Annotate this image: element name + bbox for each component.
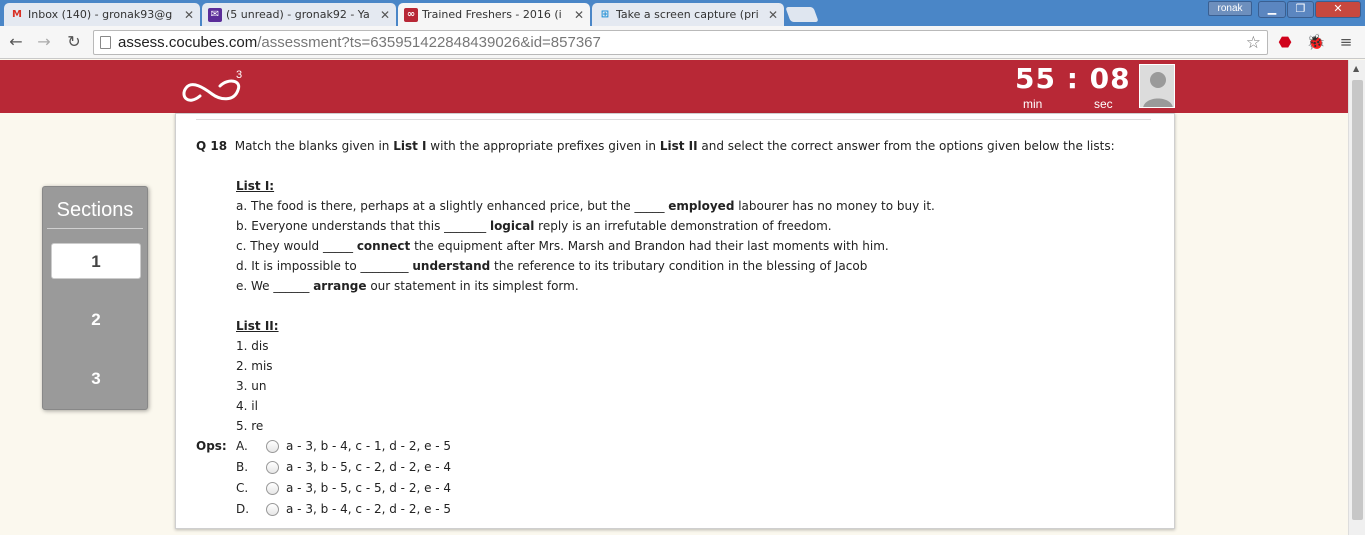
tab-gmail[interactable]: M Inbox (140) - gronak93@g ✕ bbox=[4, 3, 200, 26]
tab-cocubes[interactable]: ∞ Trained Freshers - 2016 (i ✕ bbox=[398, 3, 590, 26]
close-window-button[interactable]: ✕ bbox=[1315, 1, 1361, 18]
close-icon[interactable]: ✕ bbox=[184, 8, 194, 22]
page-icon bbox=[100, 36, 111, 49]
menu-icon[interactable]: ≡ bbox=[1335, 31, 1357, 53]
gmail-icon: M bbox=[12, 9, 22, 20]
forward-button[interactable]: → bbox=[33, 31, 55, 53]
timer-min-label: min bbox=[1023, 97, 1043, 111]
user-avatar[interactable] bbox=[1139, 64, 1175, 108]
url-domain: assess.cocubes.com bbox=[118, 34, 258, 51]
url-path: /assessment?ts=635951422848439026&id=857… bbox=[257, 34, 601, 51]
maximize-button[interactable]: ❐ bbox=[1287, 1, 1314, 18]
close-icon[interactable]: ✕ bbox=[380, 8, 390, 22]
list2-item: 5. re bbox=[236, 419, 264, 433]
list2-item: 1. dis bbox=[236, 339, 269, 353]
scroll-up-arrow-icon[interactable]: ▲ bbox=[1353, 64, 1359, 73]
minimize-button[interactable]: ▁ bbox=[1258, 1, 1286, 18]
options-label: Ops: bbox=[196, 439, 227, 453]
option-letter-d: D. bbox=[236, 502, 250, 516]
section-item-2[interactable]: 2 bbox=[51, 302, 141, 338]
option-text-d[interactable]: a - 3, b - 4, c - 2, d - 2, e - 5 bbox=[286, 502, 451, 516]
option-letter-a: A. bbox=[236, 439, 248, 453]
svg-text:3: 3 bbox=[236, 69, 242, 81]
sections-panel: Sections 1 2 3 bbox=[42, 186, 148, 410]
timer-minutes: 55 bbox=[1015, 62, 1056, 95]
bookmark-star-icon[interactable]: ☆ bbox=[1246, 31, 1261, 54]
windows-icon: ⊞ bbox=[600, 9, 610, 20]
option-radio-c[interactable] bbox=[266, 482, 279, 495]
divider bbox=[47, 228, 143, 229]
divider bbox=[196, 119, 1151, 120]
countdown-timer: 55 : 08 bbox=[1015, 62, 1131, 95]
cocubes-logo: 3 bbox=[182, 69, 242, 102]
list1-item: a. The food is there, perhaps at a sligh… bbox=[236, 199, 935, 213]
question-number: Q 18 bbox=[196, 139, 228, 153]
reload-button[interactable]: ↻ bbox=[63, 31, 85, 53]
tab-yahoo-mail[interactable]: ✉ (5 unread) - gronak92 - Ya ✕ bbox=[202, 3, 396, 26]
option-text-c[interactable]: a - 3, b - 5, c - 5, d - 2, e - 4 bbox=[286, 481, 451, 495]
section-item-1[interactable]: 1 bbox=[51, 243, 141, 279]
list2-title: List II: bbox=[236, 319, 279, 333]
browser-tab-strip: M Inbox (140) - gronak93@g ✕ ✉ (5 unread… bbox=[0, 0, 1365, 26]
person-icon bbox=[1143, 72, 1173, 107]
option-letter-c: C. bbox=[236, 481, 249, 495]
list2-item: 3. un bbox=[236, 379, 267, 393]
extension-icon[interactable]: 🐞 bbox=[1305, 31, 1327, 53]
option-letter-b: B. bbox=[236, 460, 249, 474]
option-radio-b[interactable] bbox=[266, 461, 279, 474]
list1-title: List I: bbox=[236, 179, 275, 193]
timer-seconds: 08 bbox=[1089, 62, 1131, 95]
sections-title: Sections bbox=[56, 199, 134, 221]
tab-screen-capture[interactable]: ⊞ Take a screen capture (pri ✕ bbox=[592, 3, 784, 26]
option-radio-a[interactable] bbox=[266, 440, 279, 453]
question-stem: Q 18 Match the blanks given in List I wi… bbox=[196, 139, 1115, 153]
list1-item: e. We ______ arrange our statement in it… bbox=[236, 279, 579, 293]
list1-item: c. They would _____ connect the equipmen… bbox=[236, 239, 889, 253]
option-radio-d[interactable] bbox=[266, 503, 279, 516]
yahoo-mail-icon: ✉ bbox=[208, 7, 222, 22]
browser-toolbar: ← → ↻ assess.cocubes.com/assessment?ts=6… bbox=[0, 26, 1365, 59]
close-icon[interactable]: ✕ bbox=[574, 8, 584, 22]
option-text-a[interactable]: a - 3, b - 4, c - 1, d - 2, e - 5 bbox=[286, 439, 451, 453]
address-bar[interactable]: assess.cocubes.com/assessment?ts=6359514… bbox=[93, 30, 1268, 55]
list1-item: d. It is impossible to ________ understa… bbox=[236, 259, 868, 273]
close-icon[interactable]: ✕ bbox=[768, 8, 778, 22]
timer-separator: : bbox=[1066, 62, 1079, 95]
option-text-b[interactable]: a - 3, b - 5, c - 2, d - 2, e - 4 bbox=[286, 460, 451, 474]
section-item-3[interactable]: 3 bbox=[51, 361, 141, 397]
list2-item: 2. mis bbox=[236, 359, 273, 373]
list2-item: 4. il bbox=[236, 399, 258, 413]
list1-item: b. Everyone understands that this ______… bbox=[236, 219, 832, 233]
profile-button[interactable]: ronak bbox=[1208, 1, 1252, 16]
back-button[interactable]: ← bbox=[5, 31, 27, 53]
new-tab-button[interactable] bbox=[785, 7, 819, 22]
question-card: Q 18 Match the blanks given in List I wi… bbox=[175, 113, 1175, 529]
timer-sec-label: sec bbox=[1094, 97, 1113, 111]
adblock-icon[interactable]: ⬣ bbox=[1274, 31, 1296, 53]
page-scrollbar[interactable]: ▲ bbox=[1348, 60, 1365, 535]
cocubes-icon: ∞ bbox=[404, 7, 418, 22]
scrollbar-thumb[interactable] bbox=[1352, 80, 1363, 520]
